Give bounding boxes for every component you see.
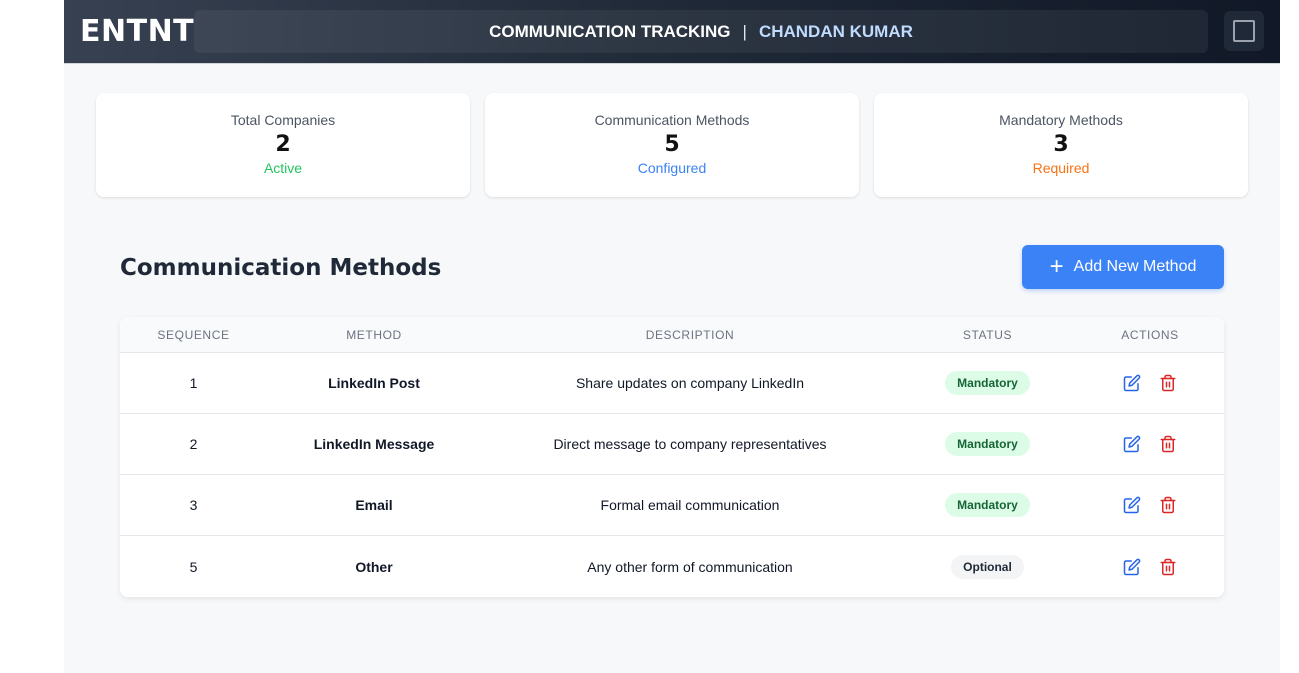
sequence-cell: 1 xyxy=(189,375,198,391)
logo[interactable]: ENTNT xyxy=(80,14,194,49)
trash-icon[interactable] xyxy=(1159,435,1177,453)
description-cell: Direct message to company representative… xyxy=(553,436,827,452)
header-title-bar: COMMUNICATION TRACKING | CHANDAN KUMAR xyxy=(194,10,1208,53)
add-new-method-button[interactable]: + Add New Method xyxy=(1022,245,1224,289)
stat-card-mandatory-methods: Mandatory Methods 3 Required xyxy=(874,93,1248,197)
stat-label: Communication Methods xyxy=(594,112,750,128)
trash-icon[interactable] xyxy=(1159,496,1177,514)
sequence-cell: 5 xyxy=(189,558,198,575)
header-description: DESCRIPTION xyxy=(645,327,735,342)
stat-sub: Configured xyxy=(637,160,707,176)
status-cell: Mandatory xyxy=(899,432,1076,456)
edit-icon[interactable] xyxy=(1123,435,1141,453)
edit-icon[interactable] xyxy=(1123,496,1141,514)
edit-icon[interactable] xyxy=(1123,558,1141,576)
status-cell: Optional xyxy=(899,554,1076,579)
status-badge: Optional xyxy=(951,554,1024,579)
header-actions: ACTIONS xyxy=(1121,327,1179,342)
add-button-label: Add New Method xyxy=(1073,258,1197,275)
status-cell: Mandatory xyxy=(899,493,1076,517)
table-row: 1 LinkedIn Post Share updates on company… xyxy=(120,353,1224,414)
stat-sub: Required xyxy=(1032,160,1090,176)
table-row: 5 Other Any other form of communication … xyxy=(120,536,1224,597)
stat-value: 3 xyxy=(1053,132,1069,157)
trash-icon[interactable] xyxy=(1159,558,1177,576)
stat-label: Mandatory Methods xyxy=(999,112,1123,128)
app-title: COMMUNICATION TRACKING xyxy=(489,21,731,41)
table-row: 3 Email Formal email communication Manda… xyxy=(120,475,1224,536)
methods-table: SEQUENCE METHOD DESCRIPTION STATUS ACTIO… xyxy=(120,317,1224,597)
actions-cell xyxy=(1076,374,1224,392)
app-shell: ENTNT COMMUNICATION TRACKING | CHANDAN K… xyxy=(64,0,1280,673)
edit-icon[interactable] xyxy=(1123,374,1141,392)
method-cell: Email xyxy=(355,497,393,513)
method-cell: Other xyxy=(355,558,393,575)
stat-label: Total Companies xyxy=(230,112,336,128)
description-cell: Any other form of communication xyxy=(587,558,793,575)
header-status: STATUS xyxy=(962,327,1013,342)
status-badge: Mandatory xyxy=(945,493,1030,517)
status-badge: Mandatory xyxy=(945,371,1030,395)
header-method: METHOD xyxy=(346,327,402,342)
title-separator: | xyxy=(742,21,747,41)
stat-sub: Active xyxy=(263,160,303,176)
actions-cell xyxy=(1076,435,1224,453)
top-navbar: ENTNT COMMUNICATION TRACKING | CHANDAN K… xyxy=(64,0,1280,64)
sequence-cell: 3 xyxy=(189,497,198,513)
menu-button[interactable] xyxy=(1224,11,1264,51)
stat-card-communication-methods: Communication Methods 5 Configured xyxy=(485,93,859,197)
table-header: SEQUENCE METHOD DESCRIPTION STATUS ACTIO… xyxy=(120,317,1224,353)
method-cell: LinkedIn Message xyxy=(313,436,435,452)
actions-cell xyxy=(1076,496,1224,514)
table-row: 2 LinkedIn Message Direct message to com… xyxy=(120,414,1224,475)
plus-icon: + xyxy=(1049,253,1064,280)
status-cell: Mandatory xyxy=(899,371,1076,395)
description-cell: Formal email communication xyxy=(600,497,780,513)
stat-card-total-companies: Total Companies 2 Active xyxy=(96,93,470,197)
user-name: CHANDAN KUMAR xyxy=(758,21,913,41)
stat-value: 5 xyxy=(664,132,680,157)
section-title: Communication Methods xyxy=(120,255,442,281)
header-sequence: SEQUENCE xyxy=(157,327,230,342)
description-cell: Share updates on company LinkedIn xyxy=(575,375,805,391)
stat-value: 2 xyxy=(275,132,291,157)
trash-icon[interactable] xyxy=(1159,374,1177,392)
method-cell: LinkedIn Post xyxy=(328,375,420,391)
actions-cell xyxy=(1076,558,1224,576)
square-menu-icon xyxy=(1233,20,1255,42)
sequence-cell: 2 xyxy=(189,436,198,452)
status-badge: Mandatory xyxy=(945,432,1030,456)
